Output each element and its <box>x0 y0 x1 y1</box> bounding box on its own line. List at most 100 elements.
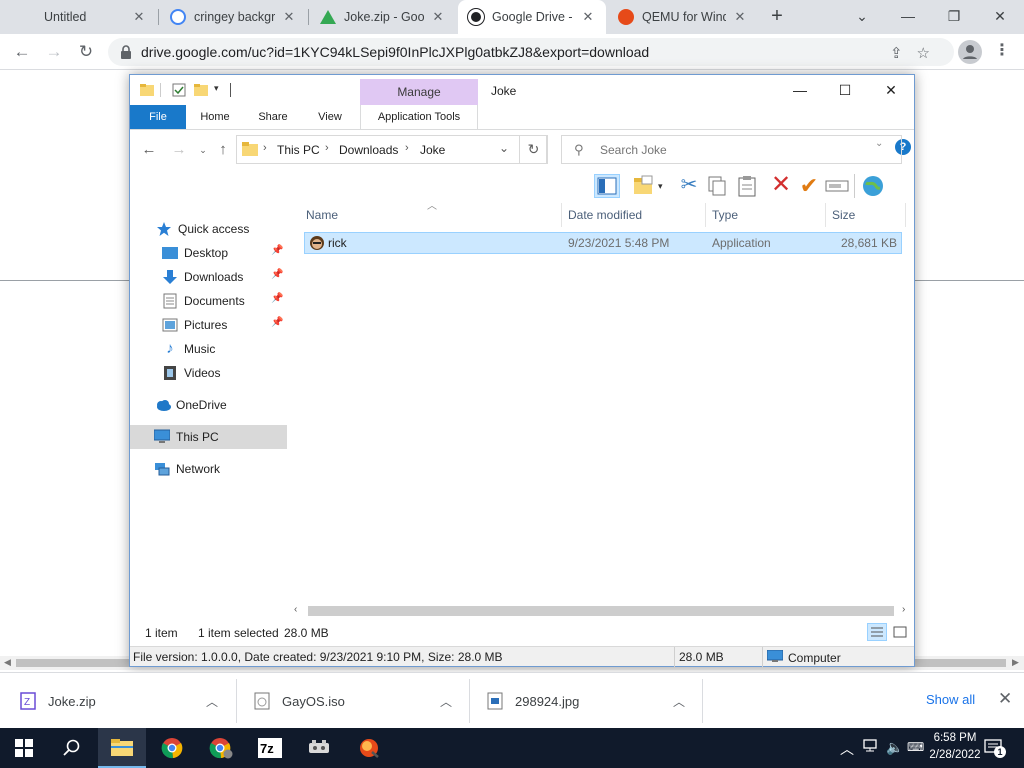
close-icon[interactable]: ✕ <box>430 9 446 25</box>
tab-google-drive[interactable]: Google Drive - ✕ <box>458 0 606 34</box>
nav-videos[interactable]: Videos <box>130 361 287 385</box>
delete-icon[interactable]: ✕ <box>768 173 794 198</box>
chrome-menu-icon[interactable]: ⋮ <box>994 40 1010 64</box>
close-window-button[interactable]: ✕ <box>977 0 1023 34</box>
tab-file[interactable]: File <box>130 105 186 129</box>
column-header-date-modified[interactable]: Date modified <box>562 203 706 227</box>
taskbar-chrome-profile[interactable] <box>197 728 245 768</box>
chevron-right-icon[interactable]: › <box>405 142 409 154</box>
breadcrumb-downloads[interactable]: Downloads <box>339 143 398 157</box>
taskbar-chrome[interactable] <box>148 728 196 768</box>
tab-qemu[interactable]: QEMU for Wind ✕ <box>608 0 758 34</box>
tab-share[interactable]: Share <box>248 105 298 129</box>
copy-icon[interactable] <box>704 174 730 198</box>
chevron-up-icon[interactable]: ︿ <box>206 693 218 710</box>
taskbar-file-explorer[interactable] <box>98 728 146 768</box>
chevron-up-icon[interactable]: ︿ <box>440 693 452 710</box>
scroll-right-icon[interactable]: ▶ <box>1012 657 1019 668</box>
customize-toolbar-icon[interactable]: ▾ <box>214 83 228 97</box>
explorer-close-button[interactable]: ✕ <box>876 79 906 101</box>
download-item-298924-jpg[interactable]: 298924.jpg ︿ <box>487 673 697 729</box>
pin-icon[interactable]: 📌 <box>271 317 283 328</box>
minimize-button[interactable]: — <box>885 0 931 34</box>
close-icon[interactable]: ✕ <box>131 9 147 25</box>
taskbar-search-button[interactable] <box>48 728 96 768</box>
nav-downloads[interactable]: Downloads 📌 <box>130 265 287 289</box>
column-header-name[interactable]: Name <box>300 203 562 227</box>
volume-icon[interactable]: 🔈 <box>886 739 903 756</box>
tab-search-icon[interactable]: ⌄ <box>839 0 885 34</box>
explorer-address-bar[interactable]: › This PC › Downloads › Joke ⌄ <box>236 135 547 164</box>
new-folder-icon[interactable] <box>194 83 208 97</box>
close-icon[interactable]: ✕ <box>732 9 748 25</box>
details-view-icon[interactable] <box>867 623 887 641</box>
clock-time[interactable]: 6:58 PM <box>920 732 990 744</box>
large-icons-view-icon[interactable] <box>890 623 910 641</box>
back-arrow-icon[interactable]: ← <box>138 139 160 161</box>
nav-music[interactable]: ♪ Music <box>130 337 287 361</box>
column-header-type[interactable]: Type <box>706 203 826 227</box>
explorer-maximize-button[interactable]: ☐ <box>830 79 860 101</box>
back-button[interactable]: ← <box>10 40 34 64</box>
breadcrumb-this-pc[interactable]: This PC <box>277 143 320 157</box>
chevron-up-icon[interactable]: ︿ <box>673 693 685 710</box>
close-icon[interactable]: ✕ <box>580 9 596 25</box>
nav-desktop[interactable]: Desktop 📌 <box>130 241 287 265</box>
download-item-joke-zip[interactable]: Z Joke.zip ︿ <box>20 673 230 729</box>
tab-view[interactable]: View <box>306 105 354 129</box>
clock-date[interactable]: 2/28/2022 <box>920 749 990 761</box>
checkmark-icon[interactable]: ✔ <box>796 174 822 198</box>
tab-joke-zip[interactable]: Joke.zip - Goog ✕ <box>310 0 456 34</box>
network-status-icon[interactable] <box>862 739 878 756</box>
scroll-left-icon[interactable]: ◀ <box>4 657 11 668</box>
taskbar-network-app[interactable] <box>295 728 343 768</box>
share-icon[interactable]: ⇪ <box>890 45 917 62</box>
chevron-down-icon[interactable]: ⌄ <box>499 141 509 155</box>
scroll-left-icon[interactable]: ‹ <box>294 604 297 615</box>
nav-quick-access[interactable]: Quick access <box>130 217 287 241</box>
pin-icon[interactable]: 📌 <box>271 293 283 304</box>
paste-icon[interactable] <box>734 174 760 198</box>
reload-button[interactable]: ↻ <box>74 40 98 64</box>
address-bar[interactable]: drive.google.com/uc?id=1KYC94kLSepi9f0In… <box>108 38 954 66</box>
tab-untitled[interactable]: Untitled ✕ <box>0 0 157 34</box>
explorer-minimize-button[interactable]: — <box>785 79 815 101</box>
forward-arrow-icon[interactable]: → <box>168 139 190 161</box>
nav-network[interactable]: Network <box>130 457 287 481</box>
nav-onedrive[interactable]: OneDrive <box>130 393 287 417</box>
nav-pictures[interactable]: Pictures 📌 <box>130 313 287 337</box>
new-tab-button[interactable]: + <box>766 5 788 27</box>
preview-pane-icon[interactable] <box>594 174 620 198</box>
taskbar-qemu[interactable] <box>345 728 393 768</box>
close-icon[interactable]: ✕ <box>998 689 1012 709</box>
pin-icon[interactable]: 📌 <box>271 245 283 256</box>
rename-icon[interactable] <box>824 174 850 198</box>
search-box[interactable]: ⚲ <box>561 135 902 164</box>
show-all-downloads-link[interactable]: Show all <box>926 692 975 707</box>
nav-this-pc[interactable]: This PC <box>130 425 287 449</box>
nav-documents[interactable]: Documents 📌 <box>130 289 287 313</box>
bookmark-star-icon[interactable]: ☆ <box>917 45 944 62</box>
properties-icon[interactable] <box>172 83 186 97</box>
chevron-right-icon[interactable]: › <box>325 142 329 154</box>
close-icon[interactable]: ✕ <box>281 9 297 25</box>
taskbar-7zip[interactable]: 7z <box>246 728 294 768</box>
chevron-up-icon[interactable]: ︿ <box>840 739 854 759</box>
up-arrow-icon[interactable]: ↑ <box>212 139 234 161</box>
refresh-button[interactable]: ↻ <box>519 135 548 164</box>
cut-icon[interactable]: ✂ <box>676 174 702 198</box>
file-list-horizontal-scrollbar[interactable]: ‹ › <box>294 603 914 619</box>
table-row[interactable]: rick 9/23/2021 5:48 PM Application 28,68… <box>304 232 902 254</box>
globe-properties-icon[interactable] <box>860 174 886 198</box>
tab-home[interactable]: Home <box>192 105 238 129</box>
profile-avatar-button[interactable] <box>958 40 982 64</box>
tab-cringey[interactable]: cringey backgro ✕ <box>160 0 307 34</box>
recent-locations-icon[interactable]: ⌄ <box>192 139 214 161</box>
manage-contextual-tab[interactable]: Manage <box>360 79 478 105</box>
action-center-button[interactable]: 1 <box>984 738 1006 758</box>
forward-button[interactable]: → <box>42 40 66 64</box>
start-button[interactable] <box>0 728 48 768</box>
restore-button[interactable]: ❐ <box>931 0 977 34</box>
chevron-right-icon[interactable]: › <box>263 142 267 154</box>
scroll-thumb[interactable] <box>308 606 894 616</box>
